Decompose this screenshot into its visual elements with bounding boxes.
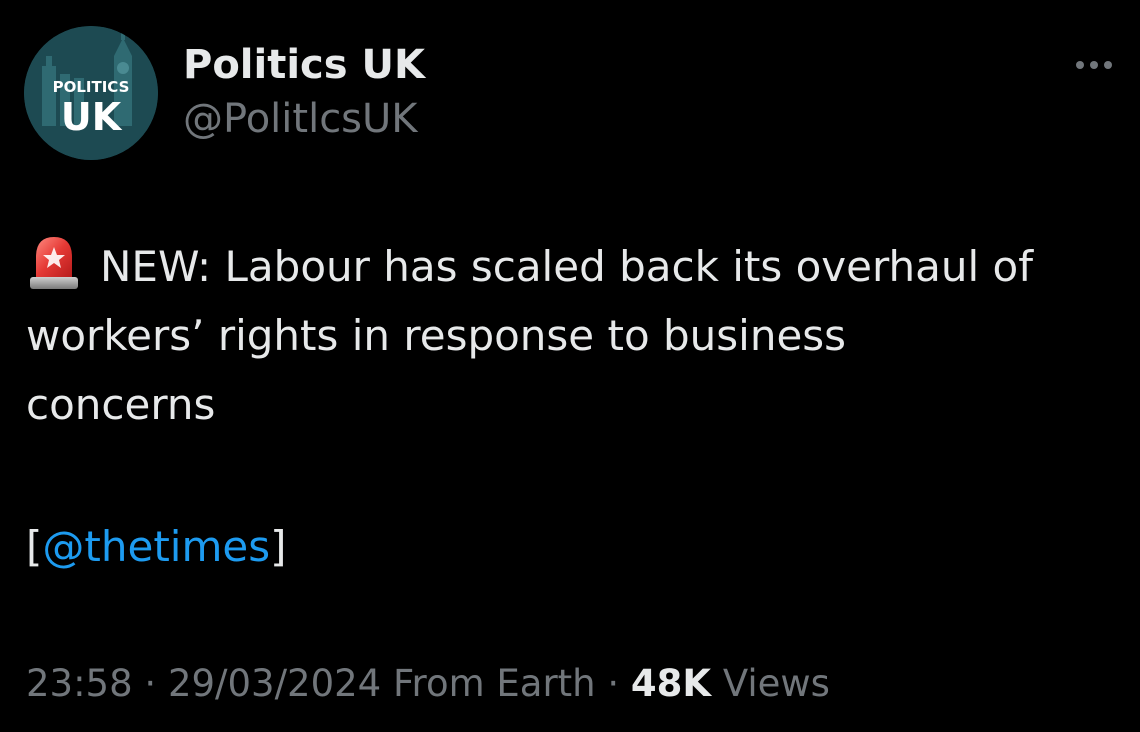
tweet-location: From Earth (392, 662, 596, 705)
avatar[interactable]: POLITICS UK (24, 26, 158, 160)
tweet-time[interactable]: 23:58 (26, 662, 133, 705)
tweet: POLITICS UK Politics UK @PolitlcsUK NEW:… (0, 0, 1140, 732)
rotating-light-icon (30, 237, 78, 289)
more-horizontal-icon (1076, 61, 1112, 69)
politics-uk-logo: POLITICS UK (24, 26, 158, 160)
bracket-open: [ (26, 522, 43, 571)
display-name[interactable]: Politics UK (183, 40, 425, 90)
separator-dot: · (144, 662, 157, 705)
tweet-line-2: workers’ rights in response to business (26, 311, 847, 360)
handle[interactable]: @PolitlcsUK (183, 94, 418, 144)
more-options-button[interactable] (1070, 50, 1120, 80)
svg-text:UK: UK (61, 95, 123, 139)
tweet-line-1: NEW: Labour has scaled back its overhaul… (26, 232, 1126, 301)
mention-link[interactable]: @thetimes (42, 522, 270, 571)
bracket-close: ] (270, 522, 287, 571)
tweet-date[interactable]: 29/03/2024 (168, 662, 381, 705)
tweet-line-3: concerns (26, 380, 216, 429)
tweet-line-1-text: NEW: Labour has scaled back its overhaul… (100, 242, 1034, 291)
separator-dot: · (607, 662, 620, 705)
svg-text:POLITICS: POLITICS (53, 78, 130, 96)
views-label[interactable]: Views (723, 662, 830, 705)
tweet-text: NEW: Labour has scaled back its overhaul… (26, 232, 1126, 439)
views-count[interactable]: 48K (631, 662, 711, 705)
tweet-meta: 23:58 · 29/03/2024 From Earth · 48K View… (26, 656, 830, 712)
source-credit: [@thetimes] (26, 512, 286, 581)
